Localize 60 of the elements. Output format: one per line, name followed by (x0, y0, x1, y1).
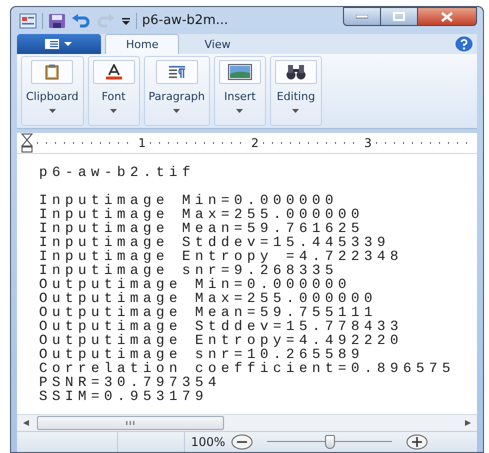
save-icon[interactable] (48, 12, 66, 28)
document-icon (19, 12, 37, 28)
maximize-icon (393, 12, 405, 21)
grip-icon (126, 421, 135, 425)
text-line: PSNR=30.797354 (39, 376, 222, 390)
ribbon-group[interactable]: Font (88, 56, 140, 126)
close-button[interactable] (417, 7, 477, 26)
zoom-in-icon[interactable] (406, 434, 428, 450)
zoom-level: 100% (191, 435, 226, 449)
menu-icon (45, 39, 73, 49)
caret-icon (173, 109, 180, 113)
caret-icon (110, 109, 118, 113)
text-line: Inputimage Stddev=15.445339 (39, 236, 390, 250)
text-line: SSIM=0.953179 (39, 390, 208, 404)
caret-icon (292, 109, 300, 113)
text-line: Inputimage Entropy =4.722348 (39, 250, 404, 264)
ribbon-tab[interactable]: Home (105, 34, 180, 54)
scroll-left-icon[interactable] (23, 420, 29, 426)
text-line: Outputimage Entropy=4.492220 (39, 334, 404, 348)
indent-marker-icon[interactable] (21, 133, 33, 153)
text-line: Correlation coefficient=0.896575 (39, 362, 456, 376)
zoom-out-icon[interactable] (231, 434, 254, 450)
minimize-icon (356, 14, 368, 18)
ribbon-group[interactable]: Editing (270, 56, 322, 126)
scrollbar-thumb[interactable] (37, 416, 224, 430)
maximize-button[interactable] (380, 7, 418, 26)
ruler-number: 3 (364, 136, 372, 150)
window-title: p6-aw-b2m... (142, 13, 228, 28)
text-line: Outputimage Max=255.000000 (39, 292, 378, 306)
image-icon (228, 64, 252, 80)
text-line: Outputimage Mean=59.755111 (39, 306, 378, 320)
minimize-button[interactable] (343, 7, 381, 26)
text-line: Outputimage Stddev=15.778433 (39, 320, 404, 334)
ruler-number: 1 (138, 136, 146, 150)
customize-icon[interactable] (121, 16, 131, 26)
paragraph-icon (168, 65, 186, 79)
clipboard-icon (45, 64, 60, 80)
font-color-icon (104, 64, 123, 80)
help-icon[interactable] (455, 36, 473, 52)
caret-icon (48, 109, 56, 113)
text-line: Inputimage Max=255.000000 (39, 208, 364, 222)
text-line: Outputimage snr=10.265589 (39, 348, 364, 362)
close-icon (441, 12, 453, 22)
document-filename: p6-aw-b2.tif (39, 166, 196, 180)
app-menu-button[interactable] (17, 34, 101, 54)
ribbon-group[interactable]: Paragraph (144, 56, 210, 126)
binoculars-icon (284, 64, 307, 80)
text-line: Inputimage Min=0.000000 (39, 194, 338, 208)
text-line: Inputimage snr=9.268335 (39, 264, 338, 278)
undo-icon[interactable] (71, 12, 91, 28)
slider-thumb[interactable] (324, 435, 335, 449)
ribbon-group[interactable]: Insert (214, 56, 266, 126)
scroll-right-icon[interactable] (465, 420, 471, 426)
ribbon-group[interactable]: Clipboard (21, 56, 84, 126)
ruler-number: 2 (251, 136, 259, 150)
text-line: Inputimage Mean=59.761625 (39, 222, 364, 236)
horizontal-scrollbar[interactable] (17, 414, 477, 431)
ribbon-tab[interactable]: View (183, 34, 252, 54)
text-line: Outputimage Min=0.000000 (39, 278, 352, 292)
caret-icon (236, 109, 244, 113)
